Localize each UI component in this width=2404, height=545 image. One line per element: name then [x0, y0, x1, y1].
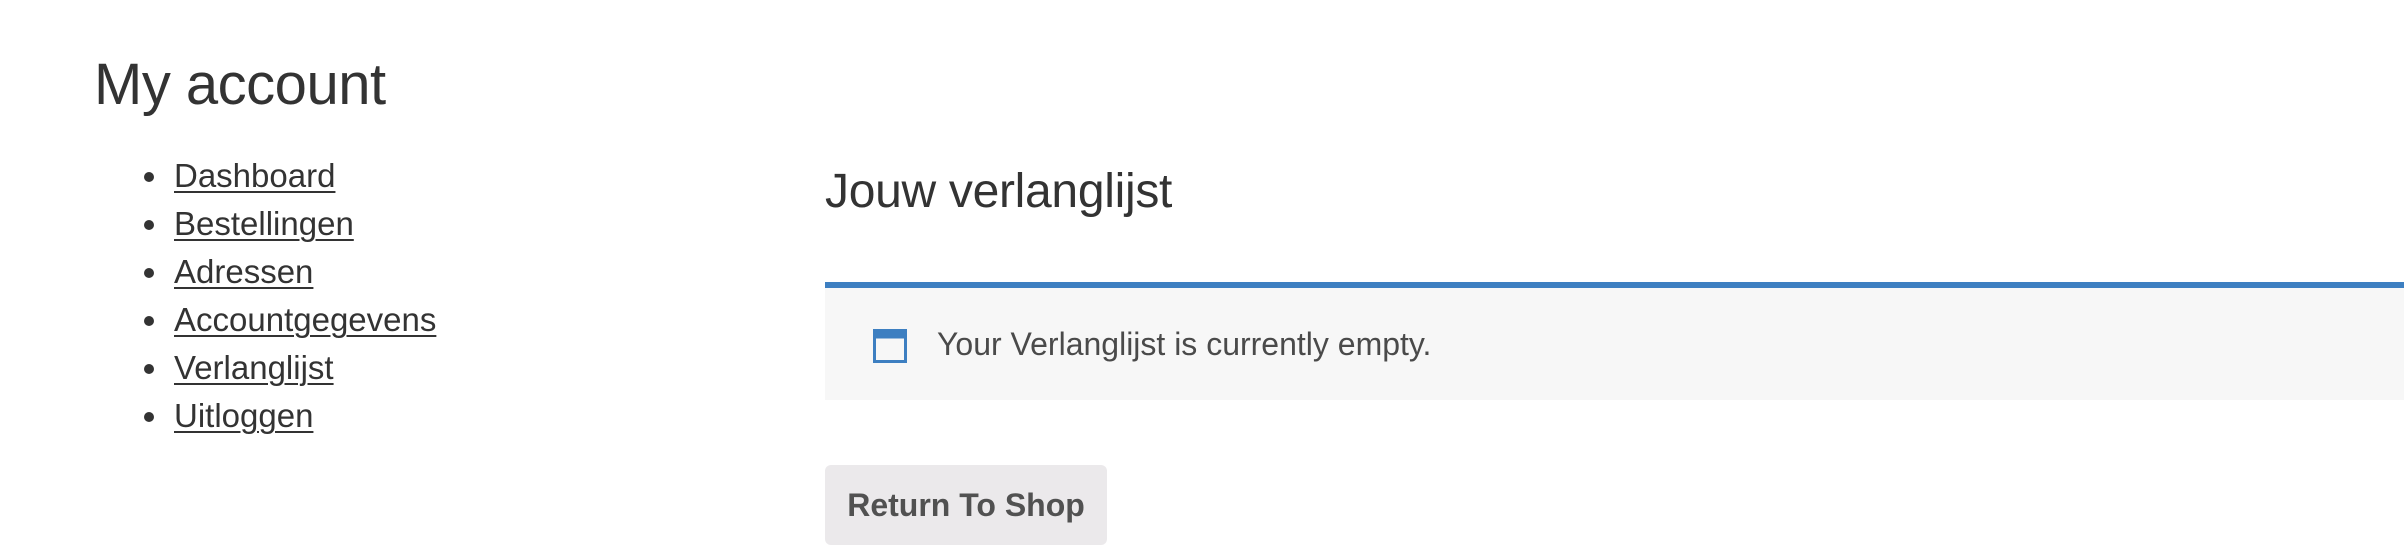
- nav-item-wishlist: Verlanglijst: [94, 344, 436, 392]
- empty-wishlist-notice: Your Verlanglijst is currently empty.: [825, 282, 2404, 400]
- nav-link-orders[interactable]: Bestellingen: [174, 205, 354, 242]
- nav-link-addresses[interactable]: Adressen: [174, 253, 313, 290]
- nav-item-account-details: Accountgegevens: [94, 296, 436, 344]
- page-title: My account: [94, 52, 386, 117]
- nav-item-logout: Uitloggen: [94, 392, 436, 440]
- nav-item-orders: Bestellingen: [94, 200, 436, 248]
- nav-link-account-details[interactable]: Accountgegevens: [174, 301, 436, 338]
- wishlist-title: Jouw verlanglijst: [825, 165, 1173, 218]
- nav-link-wishlist[interactable]: Verlanglijst: [174, 349, 334, 386]
- nav-item-dashboard: Dashboard: [94, 152, 436, 200]
- return-to-shop-button[interactable]: Return To Shop: [825, 465, 1107, 545]
- account-navigation: Dashboard Bestellingen Adressen Accountg…: [94, 152, 436, 440]
- nav-link-dashboard[interactable]: Dashboard: [174, 157, 335, 194]
- window-icon: [873, 329, 907, 363]
- notice-message: Your Verlanglijst is currently empty.: [937, 326, 1432, 362]
- nav-item-addresses: Adressen: [94, 248, 436, 296]
- nav-link-logout[interactable]: Uitloggen: [174, 397, 313, 434]
